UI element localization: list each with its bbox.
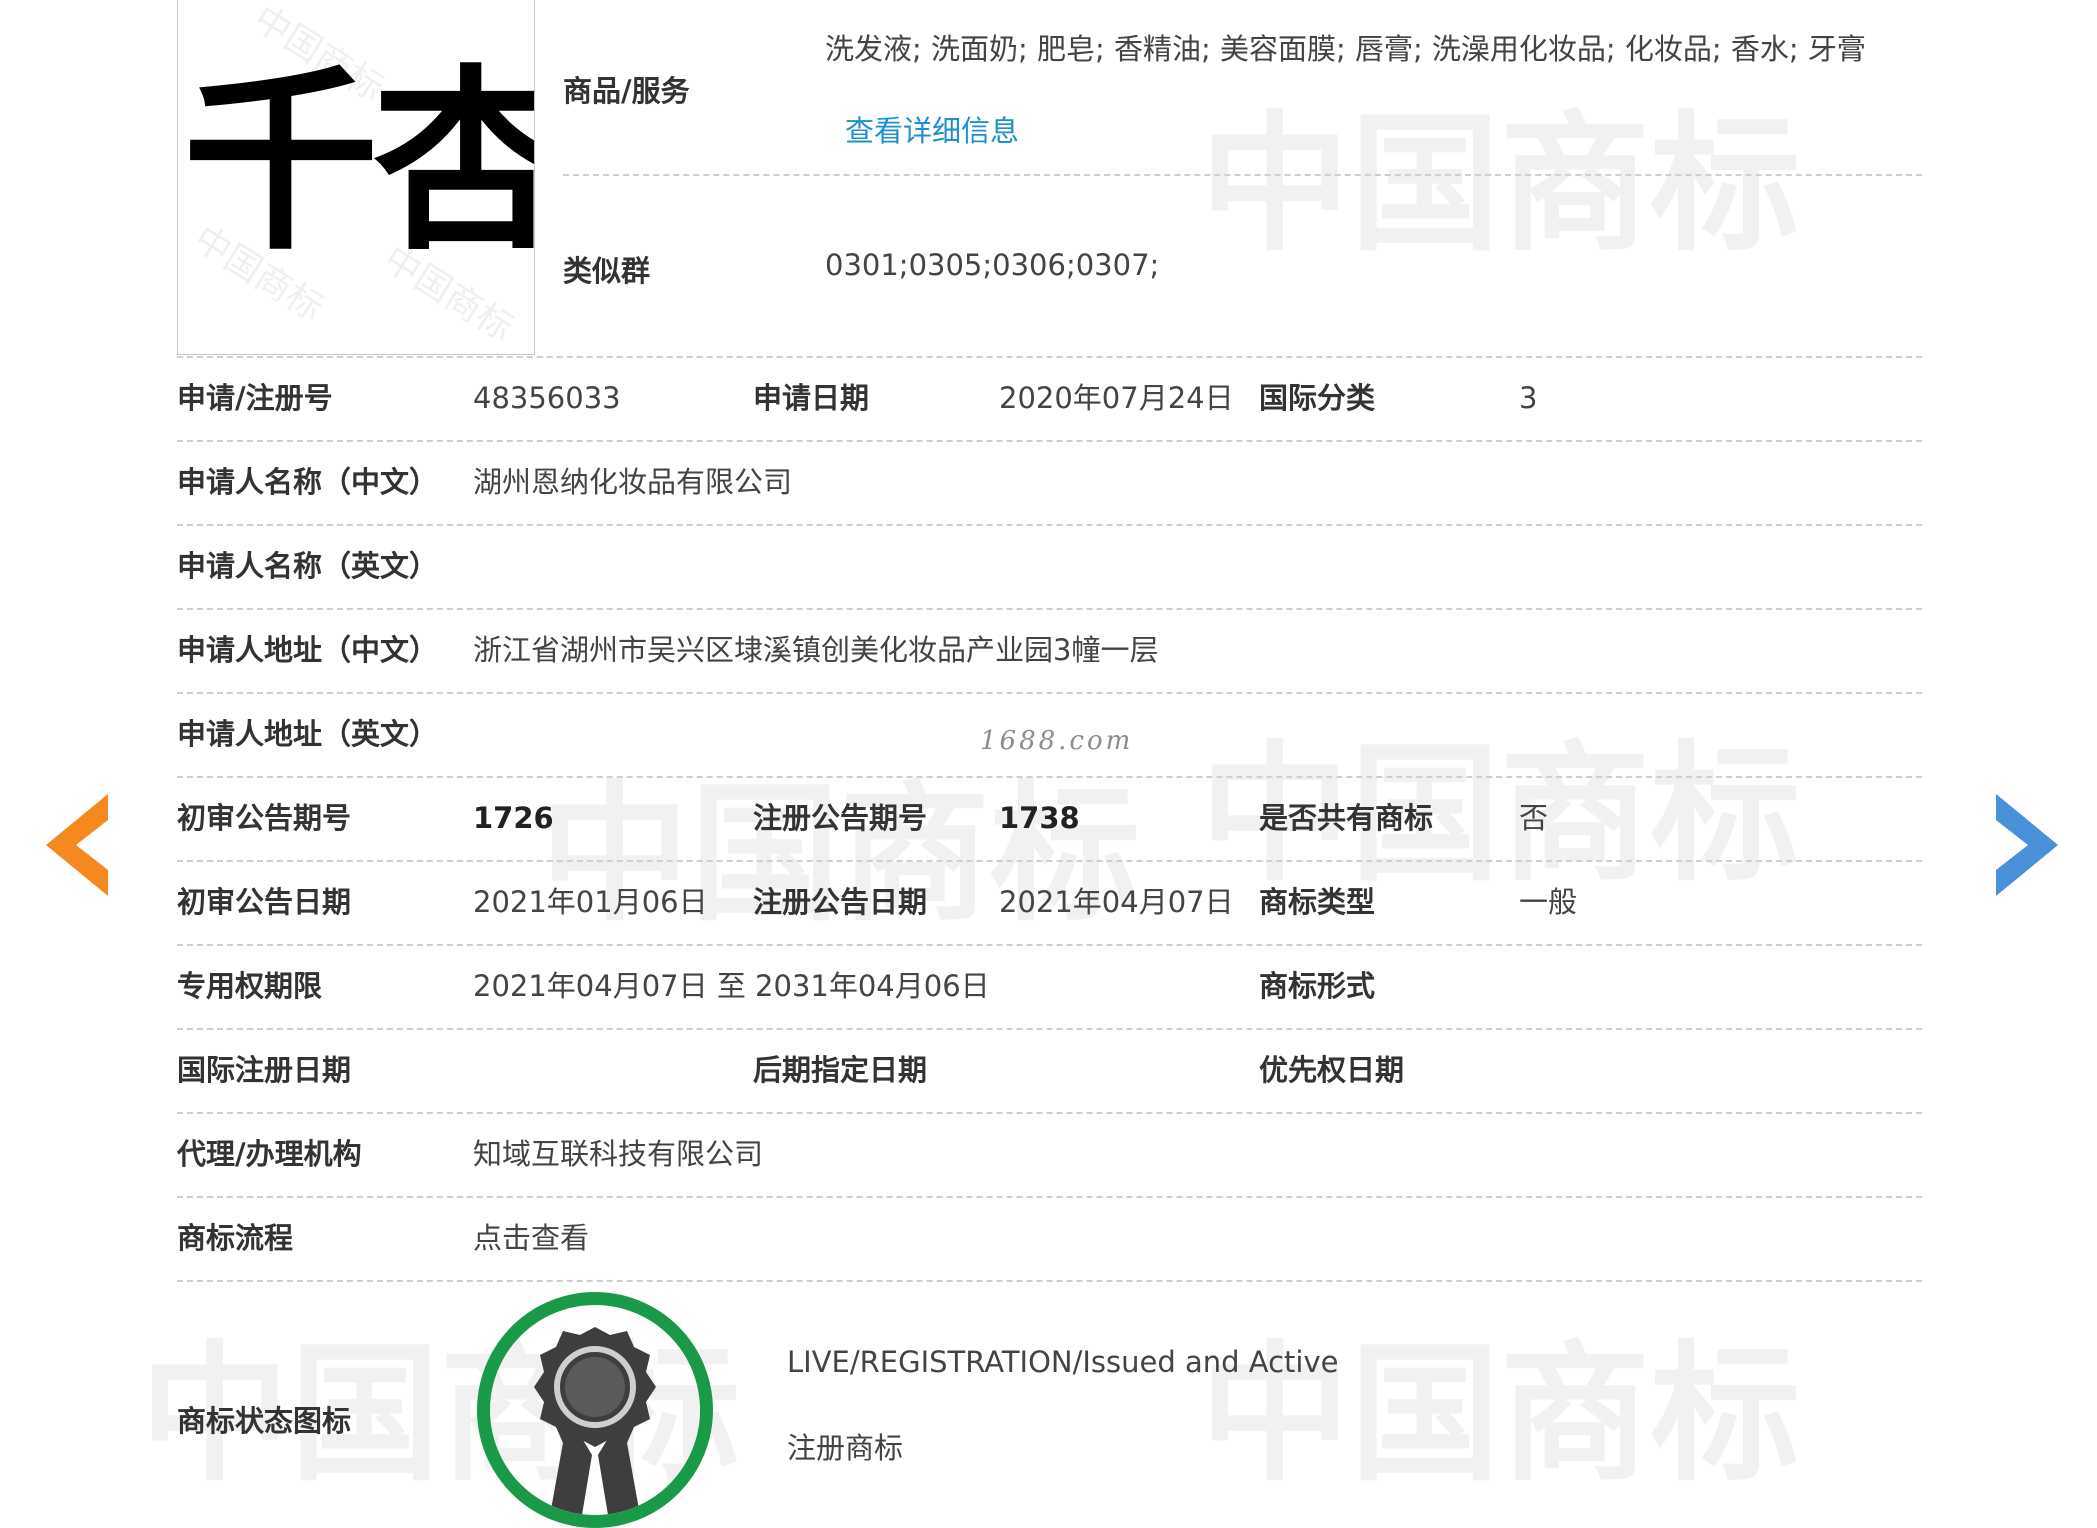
status-label: 商标状态图标	[177, 1404, 352, 1438]
intl-class-label: 国际分类	[1259, 381, 1376, 415]
divider	[563, 174, 1922, 176]
reg-issue-no-value: 1738	[999, 801, 1080, 835]
mark-type-value: 一般	[1519, 885, 1578, 919]
app-date-label: 申请日期	[753, 381, 870, 415]
similar-group-label: 类似群	[563, 254, 651, 288]
goods-services-label: 商品/服务	[563, 74, 690, 108]
chevron-right-icon	[1996, 794, 2058, 896]
prelim-date-label: 初审公告日期	[177, 885, 352, 919]
table-row: 商标流程 点击查看	[177, 1196, 1922, 1280]
table-row: 初审公告日期 2021年01月06日 注册公告日期 2021年04月07日 商标…	[177, 860, 1922, 944]
address-cn-label: 申请人地址（中文）	[177, 633, 439, 667]
agency-value: 知域互联科技有限公司	[473, 1137, 764, 1171]
table-row: 代理/办理机构 知域互联科技有限公司	[177, 1112, 1922, 1196]
prelim-issue-no-label: 初审公告期号	[177, 801, 352, 835]
address-en-label: 申请人地址（英文）	[177, 717, 439, 751]
next-arrow-button[interactable]	[1992, 790, 2062, 900]
prelim-issue-no-value: 1726	[473, 801, 554, 835]
exclusive-period-value: 2021年04月07日 至 2031年04月06日	[473, 969, 990, 1003]
process-link[interactable]: 点击查看	[473, 1196, 589, 1280]
applicant-en-label: 申请人名称（英文）	[177, 549, 439, 583]
shared-mark-label: 是否共有商标	[1259, 801, 1434, 835]
intl-reg-date-label: 国际注册日期	[177, 1053, 352, 1087]
goods-services-value: 洗发液; 洗面奶; 肥皂; 香精油; 美容面膜; 唇膏; 洗澡用化妆品; 化妆品…	[825, 32, 1866, 66]
process-label: 商标流程	[177, 1221, 294, 1255]
address-cn-value: 浙江省湖州市吴兴区埭溪镇创美化妆品产业园3幢一层	[473, 633, 1159, 667]
table-row: 初审公告期号 1726 注册公告期号 1738 是否共有商标 否	[177, 776, 1922, 860]
chevron-left-icon	[46, 794, 108, 896]
status-cn-text: 注册商标	[787, 1431, 904, 1465]
site-watermark: 1688.com	[980, 726, 1134, 756]
agency-label: 代理/办理机构	[177, 1137, 362, 1171]
applicant-cn-label: 申请人名称（中文）	[177, 465, 439, 499]
reg-issue-no-label: 注册公告期号	[753, 801, 928, 835]
table-row: 申请/注册号 48356033 申请日期 2020年07月24日 国际分类 3	[177, 356, 1922, 440]
later-designation-label: 后期指定日期	[753, 1053, 928, 1087]
award-badge-icon	[534, 1327, 656, 1515]
table-row: 申请人名称（中文） 湖州恩纳化妆品有限公司	[177, 440, 1922, 524]
divider	[177, 1280, 1922, 1282]
intl-class-value: 3	[1519, 381, 1538, 415]
mark-type-label: 商标类型	[1259, 885, 1376, 919]
status-en-text: LIVE/REGISTRATION/Issued and Active	[787, 1345, 1339, 1379]
applicant-cn-value: 湖州恩纳化妆品有限公司	[473, 465, 793, 499]
reg-no-value: 48356033	[473, 381, 621, 415]
trademark-logo-text: 千杏	[183, 49, 535, 277]
table-row: 国际注册日期 后期指定日期 优先权日期	[177, 1028, 1922, 1112]
similar-group-value: 0301;0305;0306;0307;	[825, 248, 1160, 282]
shared-mark-value: 否	[1519, 801, 1549, 835]
status-ring	[477, 1292, 713, 1528]
prelim-date-value: 2021年01月06日	[473, 885, 708, 919]
reg-no-label: 申请/注册号	[177, 381, 333, 415]
reg-date-label: 注册公告日期	[753, 885, 928, 919]
table-row: 专用权期限 2021年04月07日 至 2031年04月06日 商标形式	[177, 944, 1922, 1028]
exclusive-period-label: 专用权期限	[177, 969, 323, 1003]
priority-date-label: 优先权日期	[1259, 1053, 1405, 1087]
mark-form-label: 商标形式	[1259, 969, 1376, 1003]
app-date-value: 2020年07月24日	[999, 381, 1234, 415]
table-row: 申请人地址（中文） 浙江省湖州市吴兴区埭溪镇创美化妆品产业园3幢一层	[177, 608, 1922, 692]
trademark-image: 中国商标 中国商标 中国商标 千杏	[177, 0, 535, 355]
table-row: 申请人名称（英文）	[177, 524, 1922, 608]
prev-arrow-button[interactable]	[42, 790, 112, 900]
view-details-link[interactable]: 查看详细信息	[845, 108, 1019, 150]
reg-date-value: 2021年04月07日	[999, 885, 1234, 919]
